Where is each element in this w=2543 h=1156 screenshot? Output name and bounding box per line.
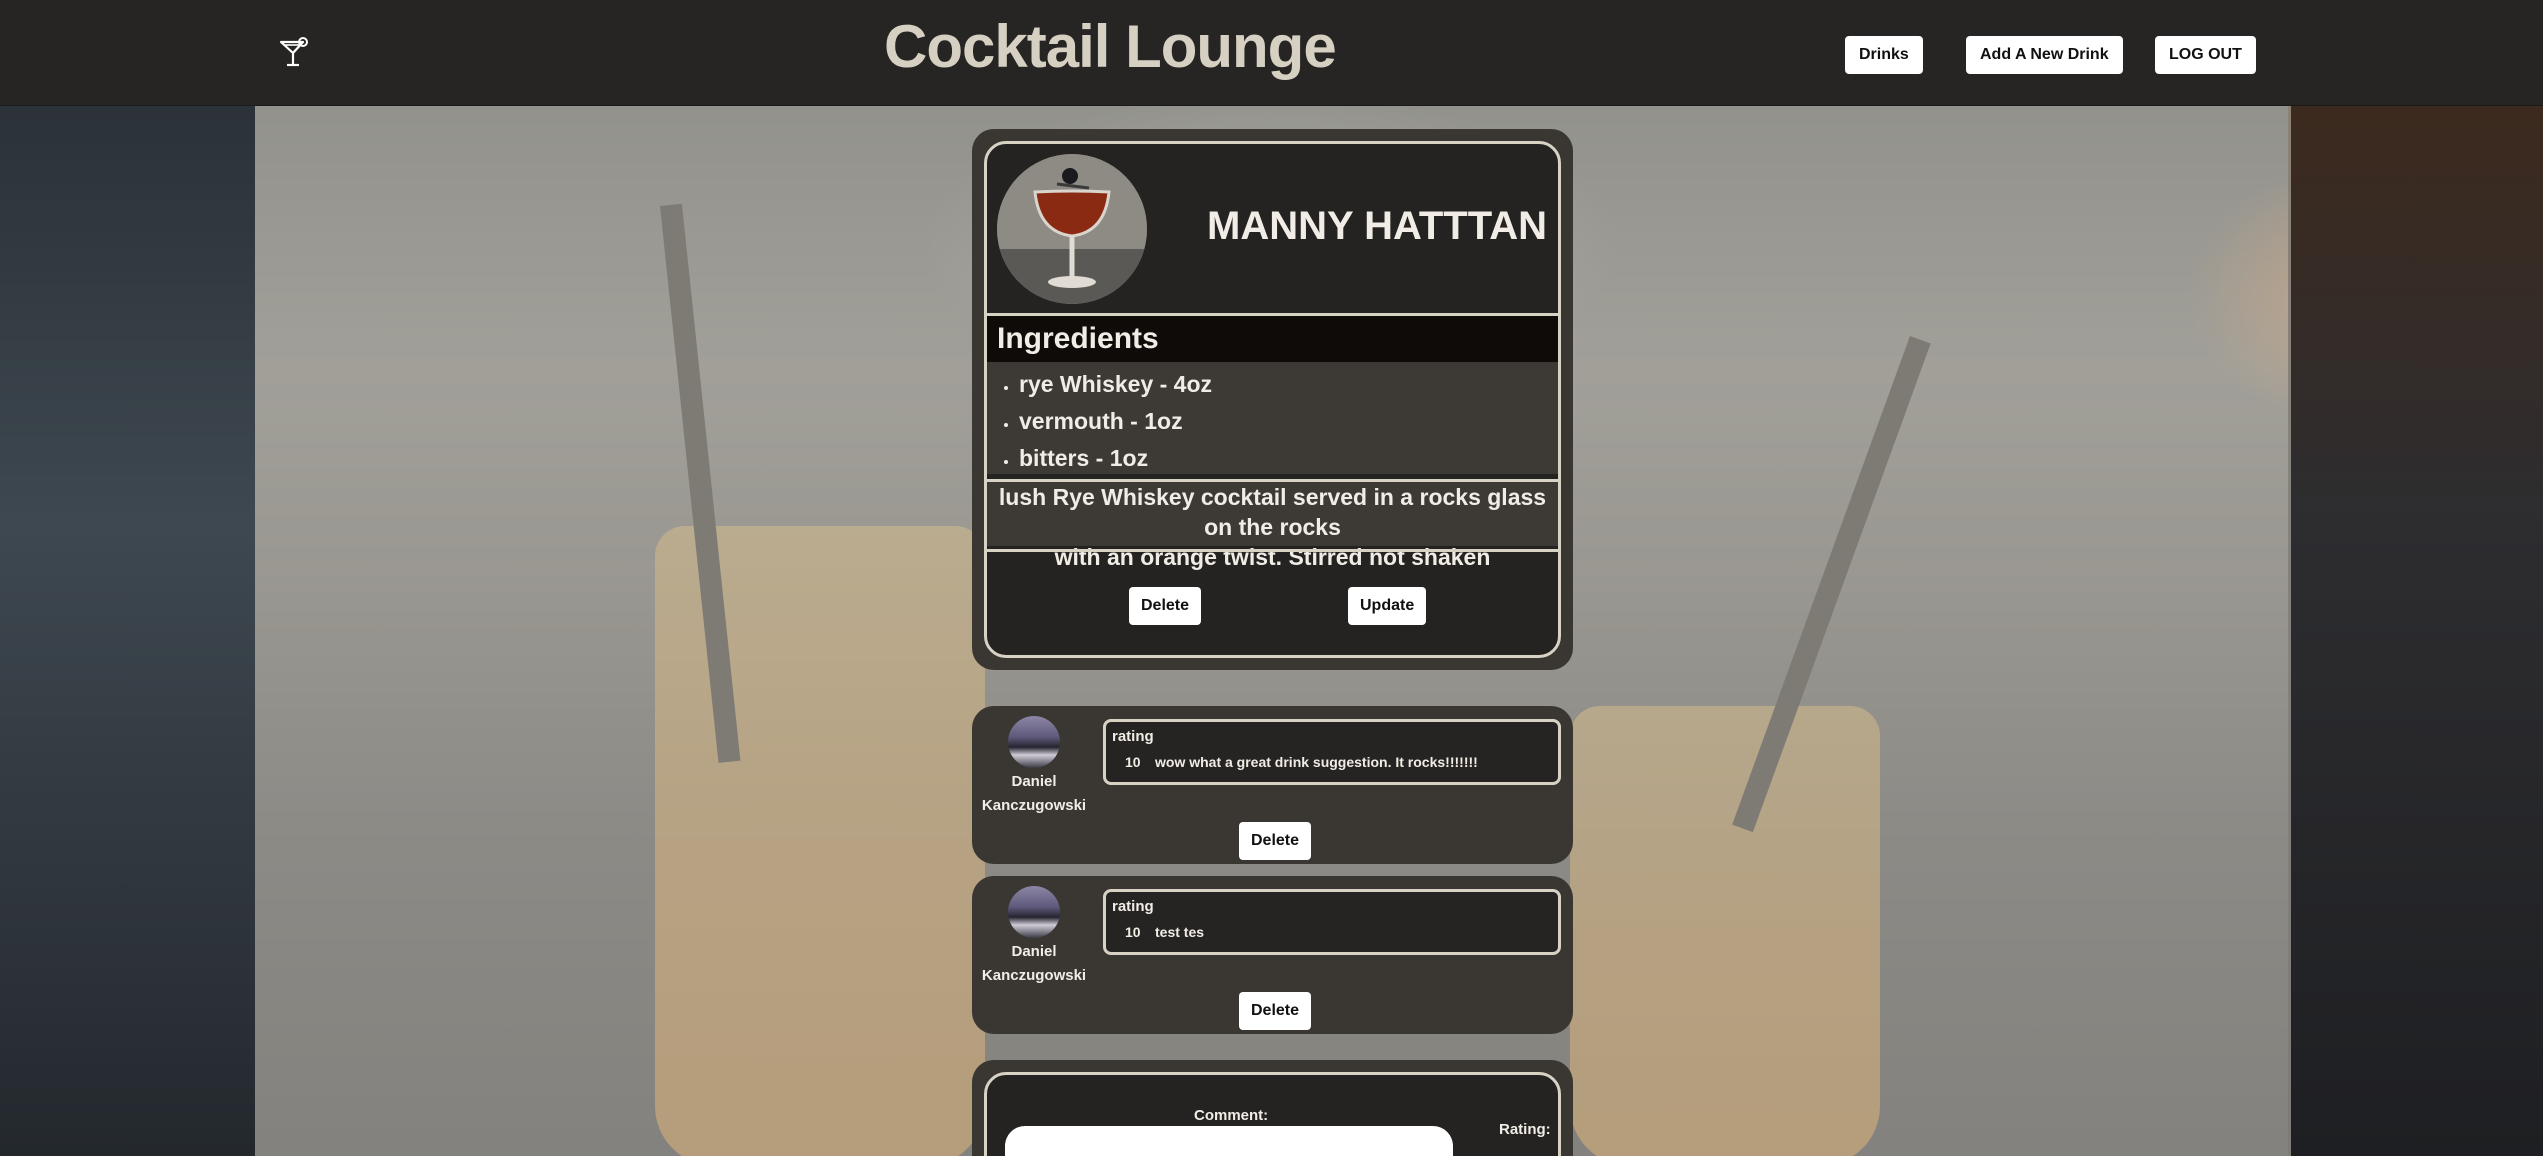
navbar: Cocktail Lounge Drinks Add A New Drink L… bbox=[0, 0, 2543, 106]
description-line: lush Rye Whiskey cocktail served in a ro… bbox=[998, 484, 1547, 540]
comment-textarea[interactable] bbox=[1005, 1126, 1453, 1156]
ingredients-list: rye Whiskey - 4oz vermouth - 1oz bitters… bbox=[987, 362, 1558, 474]
comment-author: Daniel Kanczugowski bbox=[972, 770, 1096, 818]
rating-label: Rating: bbox=[1499, 1121, 1551, 1138]
comment-label: Comment: bbox=[1194, 1107, 1269, 1124]
drink-photo bbox=[997, 154, 1147, 304]
comment-box: rating 10 test tes bbox=[1103, 889, 1561, 955]
update-drink-button[interactable]: Update bbox=[1348, 587, 1427, 625]
rating-label: rating bbox=[1112, 728, 1154, 745]
comment-text: wow what a great drink suggestion. It ro… bbox=[1155, 754, 1478, 770]
avatar bbox=[1008, 886, 1060, 938]
rating-value: 10 bbox=[1125, 754, 1141, 770]
delete-drink-button[interactable]: Delete bbox=[1129, 587, 1202, 625]
author-last-name: Kanczugowski bbox=[981, 797, 1087, 814]
delete-comment-button[interactable]: Delete bbox=[1239, 992, 1312, 1030]
cocktail-glass-icon[interactable] bbox=[278, 36, 312, 70]
comment-form: Comment: Rating: bbox=[984, 1072, 1561, 1156]
drink-name: MANNY HATTTAN bbox=[1207, 204, 1547, 248]
author-first-name: Daniel bbox=[1011, 773, 1057, 790]
drink-card: MANNY HATTTAN Ingredients rye Whiskey - … bbox=[972, 129, 1573, 670]
author-last-name: Kanczugowski bbox=[981, 967, 1087, 984]
comment-box: rating 10 wow what a great drink suggest… bbox=[1103, 719, 1561, 785]
delete-comment-button[interactable]: Delete bbox=[1239, 822, 1312, 860]
add-drink-button[interactable]: Add A New Drink bbox=[1966, 36, 2123, 74]
description-line: with an orange twist. Stirred not shaken bbox=[1054, 544, 1491, 570]
comment-author: Daniel Kanczugowski bbox=[972, 940, 1096, 988]
ingredient-item: rye Whiskey - 4oz bbox=[1019, 366, 1558, 403]
comment-text: test tes bbox=[1155, 924, 1205, 940]
ingredient-item: bitters - 1oz bbox=[1019, 440, 1558, 477]
avatar bbox=[1008, 716, 1060, 768]
drinks-button[interactable]: Drinks bbox=[1845, 36, 1923, 74]
comment-card: Daniel Kanczugowski rating 10 wow what a… bbox=[972, 706, 1573, 864]
divider bbox=[987, 549, 1558, 552]
ingredient-item: vermouth - 1oz bbox=[1019, 403, 1558, 440]
ingredients-heading: Ingredients bbox=[987, 316, 1558, 362]
rating-label: rating bbox=[1112, 898, 1154, 915]
site-title: Cocktail Lounge bbox=[884, 13, 1337, 80]
drink-description: lush Rye Whiskey cocktail served in a ro… bbox=[987, 482, 1558, 570]
author-first-name: Daniel bbox=[1011, 943, 1057, 960]
comment-card: Daniel Kanczugowski rating 10 test tes D… bbox=[972, 876, 1573, 1034]
rating-value: 10 bbox=[1125, 924, 1141, 940]
comment-form-card: Comment: Rating: bbox=[972, 1060, 1573, 1156]
logout-button[interactable]: LOG OUT bbox=[2155, 36, 2256, 74]
